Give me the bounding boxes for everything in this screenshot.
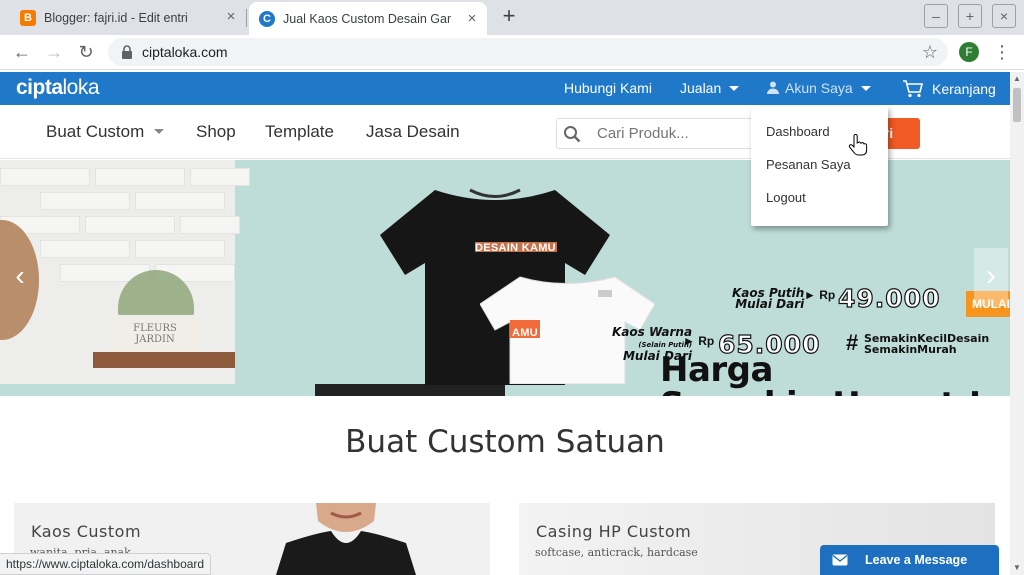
card-title: Kaos Custom: [31, 522, 142, 541]
logo-part1: cipta: [16, 76, 63, 99]
hashtag-symbol: #: [846, 330, 859, 355]
section-title: Buat Custom Satuan: [345, 424, 665, 460]
brick-wall-photo: FLEURS JARDIN: [0, 160, 250, 384]
pot-text-1: FLEURS: [133, 323, 177, 334]
hand-pointer-icon: [848, 134, 868, 156]
shadow-strip: [315, 384, 505, 396]
pot-text-2: JARDIN: [135, 334, 175, 345]
topnav-sell-label: Jualan: [680, 80, 722, 96]
black-tee-label: DESAIN KAMU: [475, 242, 556, 254]
chat-label: Leave a Message: [865, 553, 968, 567]
price2-label-line2: Mulai Dari: [622, 349, 693, 363]
carousel-next-icon[interactable]: ›: [974, 248, 1008, 306]
wooden-shelf: [93, 352, 235, 368]
card-subtitle: softcase, anticrack, hardcase: [535, 546, 698, 559]
account-dropdown-menu: Dashboard Pesanan Saya Logout: [751, 107, 888, 226]
topnav-sell[interactable]: Jualan: [680, 80, 740, 96]
browser-tab-strip: B Blogger: fajri.id - Edit entri × C Jua…: [0, 0, 1024, 35]
card-title: Casing HP Custom: [536, 522, 692, 541]
site-top-bar: ciptaloka Hubungi Kami Jualan Akun Saya …: [0, 72, 1010, 105]
hashtag-line2: SemakinMurah: [864, 343, 957, 356]
lock-icon: [122, 45, 132, 59]
menu-item-pesanan-saya[interactable]: Pesanan Saya: [766, 157, 851, 172]
browser-menu-icon[interactable]: ⋮: [992, 41, 1012, 63]
price2-value: 65.000: [717, 329, 821, 359]
chevron-down-icon: [729, 86, 740, 91]
tab-close-icon[interactable]: ×: [465, 11, 479, 26]
menu-item-dashboard[interactable]: Dashboard: [766, 124, 830, 139]
topnav-account[interactable]: Akun Saya: [767, 80, 871, 96]
price2-label: Kaos Warna (Selain Putih) Mulai Dari: [612, 325, 693, 363]
topnav-cart[interactable]: Keranjang: [902, 80, 996, 98]
tab-blogger[interactable]: B Blogger: fajri.id - Edit entri ×: [10, 0, 246, 35]
topnav-cart-label: Keranjang: [932, 81, 996, 97]
tab-ciptaloka[interactable]: C Jual Kaos Custom Desain Gamb ×: [249, 2, 487, 35]
white-tee-label: AMU: [512, 327, 538, 339]
tab-separator: [246, 9, 247, 27]
bookmark-star-icon[interactable]: ☆: [922, 42, 938, 62]
logo-part2: loka: [62, 76, 100, 99]
new-tab-button[interactable]: +: [498, 5, 520, 28]
model-photo: [276, 503, 416, 575]
page-scrollbar[interactable]: ▲ ▼: [1010, 72, 1024, 575]
status-bar-url: https://www.ciptaloka.com/dashboard: [0, 553, 212, 575]
profile-avatar[interactable]: F: [959, 42, 979, 62]
carousel-prev-icon[interactable]: ‹: [6, 262, 34, 292]
minimize-button[interactable]: –: [924, 4, 948, 28]
headline-line2: Semakin Hemat !: [660, 385, 983, 397]
tab-close-icon[interactable]: ×: [224, 9, 238, 24]
hero-headline: HargaSemakin Hemat !: [660, 353, 983, 397]
scroll-up-arrow-icon[interactable]: ▲: [1010, 74, 1024, 84]
chevron-down-icon: [154, 129, 165, 134]
menu-item-logout[interactable]: Logout: [766, 190, 806, 205]
chevron-down-icon: [860, 86, 871, 91]
hashtag-text: SemakinKecilDesain SemakinMurah: [864, 333, 989, 355]
nav-buat-custom[interactable]: Buat Custom: [46, 122, 165, 142]
price1-label: Kaos Putih Mulai Dari: [732, 287, 805, 311]
nav-template[interactable]: Template: [265, 122, 334, 142]
site-logo[interactable]: ciptaloka: [16, 76, 100, 100]
tab-title: Blogger: fajri.id - Edit entri: [44, 10, 188, 25]
browser-toolbar: ← → ↻ ciptaloka.com ☆ F ⋮: [0, 35, 1024, 70]
address-bar[interactable]: ciptaloka.com ☆: [108, 38, 948, 66]
chat-widget[interactable]: Leave a Message: [820, 545, 999, 575]
topnav-contact[interactable]: Hubungi Kami: [564, 80, 652, 96]
price1-value: 49.000: [837, 283, 941, 313]
nav-shop[interactable]: Shop: [196, 122, 236, 142]
nav-jasa-desain[interactable]: Jasa Desain: [366, 122, 460, 142]
nav-buat-custom-label: Buat Custom: [46, 122, 145, 141]
flower-pot: FLEURS JARDIN: [110, 315, 200, 355]
ciptaloka-icon: C: [259, 10, 275, 27]
user-icon: [767, 81, 779, 94]
topnav-account-label: Akun Saya: [785, 80, 853, 96]
back-arrow-icon[interactable]: ←: [10, 41, 34, 65]
reload-icon[interactable]: ↻: [74, 41, 98, 65]
scroll-thumb[interactable]: [1013, 88, 1021, 122]
price1-label-line2: Mulai Dari: [735, 297, 805, 311]
maximize-button[interactable]: +: [958, 4, 982, 28]
price2-label-line1: Kaos Warna: [612, 325, 693, 339]
url-text: ciptaloka.com: [142, 44, 228, 60]
search-input[interactable]: [597, 125, 747, 142]
envelope-icon: [832, 554, 848, 566]
forward-arrow-icon[interactable]: →: [42, 41, 66, 65]
price1-currency: ► Rp: [804, 288, 836, 302]
scroll-down-arrow-icon[interactable]: ▼: [1010, 563, 1024, 573]
search-icon: [564, 126, 581, 143]
tab-title: Jual Kaos Custom Desain Gamb: [283, 11, 451, 26]
close-window-button[interactable]: ×: [992, 4, 1016, 28]
search-box[interactable]: [556, 118, 752, 149]
price2-currency: ► Rp: [683, 334, 715, 348]
cart-icon: [903, 80, 924, 98]
blogger-icon: B: [20, 9, 36, 26]
